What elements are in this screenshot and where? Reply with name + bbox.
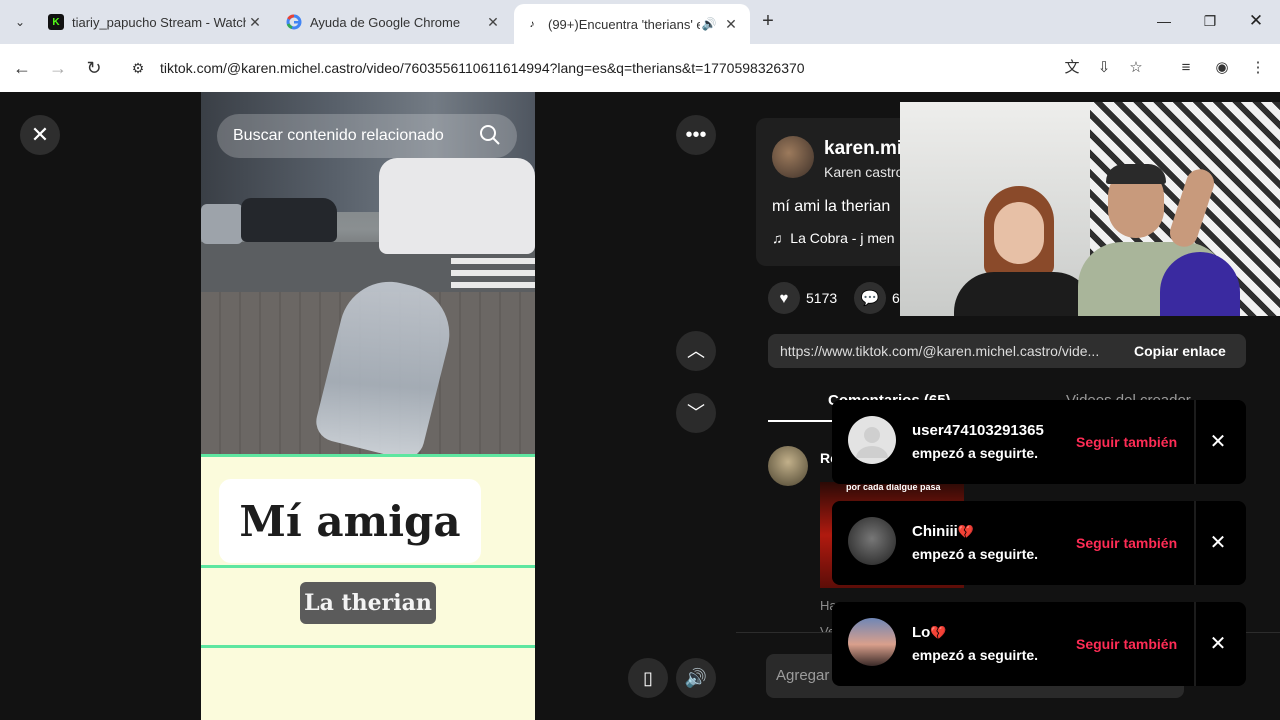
close-icon[interactable]: ✕ [1206,531,1230,555]
caption-sub: La therian [300,582,436,624]
related-search-input[interactable]: Buscar contenido relacionado [217,114,517,158]
kick-icon: K [48,14,64,30]
close-video-button[interactable]: ✕ [20,115,60,155]
comment-count: 6 [892,290,900,306]
tab-title: (99+)Encuentra 'therians' en [548,16,700,32]
like-count: 5173 [806,290,838,306]
more-menu-icon[interactable]: ⋮ [1246,56,1270,80]
streamer-left [954,186,1094,316]
tab-title: tiariy_papucho Stream - Watch [72,14,246,30]
music-title: La Cobra - j men [790,230,895,246]
tiktok-icon: ♪ [529,18,535,30]
install-app-icon[interactable]: ⇩ [1092,56,1116,80]
follow-notification: Chiniii💔 empezó a seguirte. Seguir tambi… [832,501,1246,585]
volume-icon[interactable]: 🔊 [676,658,716,698]
previous-video-icon[interactable]: ︿ [676,331,716,371]
share-link-box: https://www.tiktok.com/@karen.michel.cas… [768,334,1246,368]
close-tab-icon[interactable]: ✕ [722,15,740,33]
avatar[interactable] [772,136,814,178]
video-description: mí ami la therian [772,198,891,215]
music-info[interactable]: ♫ La Cobra - j men [772,230,895,246]
notification-name[interactable]: Lo💔 [912,624,947,641]
notification-name[interactable]: user474103291365 [912,422,1044,439]
video-caption-area: Mí amiga La therian [201,454,535,720]
new-tab-button[interactable]: + [756,10,780,34]
video-player[interactable]: Buscar contenido relacionado Mí amiga La… [201,92,535,720]
follow-notification: Lo💔 empezó a seguirte. Seguir también ✕ [832,602,1246,686]
search-placeholder: Buscar contenido relacionado [233,127,444,144]
device-cast-icon[interactable]: ▯ [628,658,668,698]
avatar[interactable] [848,618,896,666]
close-tab-icon[interactable]: ✕ [484,13,502,31]
close-window-icon[interactable]: ✕ [1244,10,1268,34]
tiktok-video-page: ✕ Buscar contenido relacionado Mí amiga … [0,92,1280,720]
broken-heart-icon: 💔 [930,625,947,640]
comment-placeholder: Agregar [776,667,830,684]
more-options-icon[interactable]: ••• [676,115,716,155]
browser-toolbar: ← → ↻ ⚙ tiktok.com/@karen.michel.castro/… [0,44,1280,92]
search-icon[interactable] [479,124,503,148]
webcam-overlay [900,102,1280,316]
back-icon[interactable]: ← [9,55,35,81]
notification-text: empezó a seguirte. [912,647,1039,663]
forward-icon[interactable]: → [45,55,71,81]
url-text[interactable]: tiktok.com/@karen.michel.castro/video/76… [160,60,805,76]
copy-link-button[interactable]: Copiar enlace [1134,343,1226,359]
close-tab-icon[interactable]: ✕ [246,13,264,31]
next-video-icon[interactable]: ﹀ [676,393,716,433]
google-icon [286,14,302,30]
avatar[interactable] [848,416,896,464]
close-icon[interactable]: ✕ [1206,430,1230,454]
site-info-icon[interactable]: ⚙ [124,54,152,82]
profile-icon[interactable]: ◉ [1210,56,1234,80]
share-link-text[interactable]: https://www.tiktok.com/@karen.michel.cas… [780,343,1120,359]
reload-icon[interactable]: ↻ [81,55,107,81]
follow-back-button[interactable]: Seguir también [1076,636,1177,652]
audio-playing-icon[interactable]: 🔊 [700,15,718,33]
follow-back-button[interactable]: Seguir también [1076,535,1177,551]
tab-title: Ayuda de Google Chrome [310,14,461,30]
creator-username[interactable]: karen.mi [824,138,902,160]
notification-text: empezó a seguirte. [912,445,1039,461]
comment-icon: 💬 [854,282,886,314]
music-note-icon: ♫ [772,230,783,246]
tab-tiktok[interactable]: ♪ (99+)Encuentra 'therians' en 🔊 ✕ [514,4,750,44]
notification-text: empezó a seguirte. [912,546,1039,562]
follow-back-button[interactable]: Seguir también [1076,434,1177,450]
heart-icon: ♥ [768,282,800,314]
tab-search-menu-icon[interactable]: ⌄ [8,10,32,34]
avatar[interactable] [848,517,896,565]
tab-strip: ⌄ K tiariy_papucho Stream - Watch ✕ Ayud… [0,0,1280,44]
address-bar[interactable]: ⚙ tiktok.com/@karen.michel.castro/video/… [120,50,1160,86]
minimize-icon[interactable]: — [1152,10,1176,34]
comment-button[interactable]: 💬 6 [854,282,900,314]
tab-kick[interactable]: K tiariy_papucho Stream - Watch ✕ [38,6,274,38]
bookmark-star-icon[interactable]: ☆ [1124,56,1148,80]
creator-nickname: Karen castro [824,164,904,180]
tab-google-help[interactable]: Ayuda de Google Chrome ✕ [276,6,512,38]
broken-heart-icon: 💔 [957,524,975,539]
notification-name[interactable]: Chiniii💔 [912,523,974,540]
translate-icon[interactable]: 文 [1060,56,1084,80]
caption-main: Mí amiga [219,479,481,563]
media-controls-icon[interactable]: ≡ [1174,56,1198,80]
restore-icon[interactable]: ❐ [1198,10,1222,34]
follow-notification: user474103291365 empezó a seguirte. Segu… [832,400,1246,484]
comment-avatar[interactable] [768,446,808,486]
like-button[interactable]: ♥ 5173 [768,282,837,314]
close-icon[interactable]: ✕ [1206,632,1230,656]
